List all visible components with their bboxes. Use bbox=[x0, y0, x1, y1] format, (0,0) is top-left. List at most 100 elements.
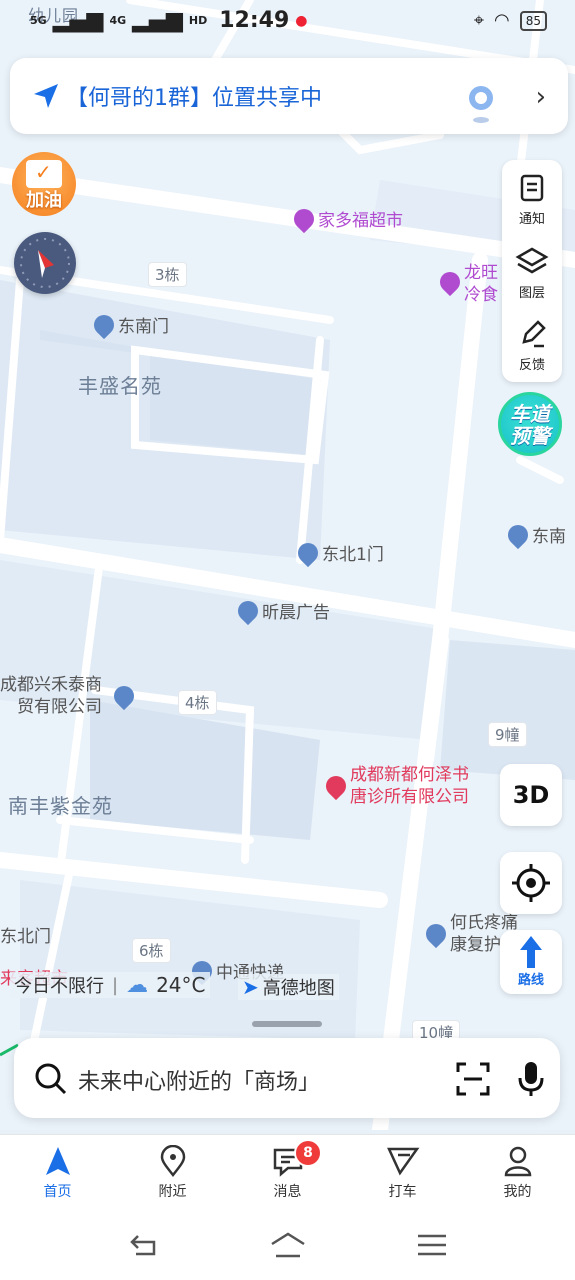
location-pin-icon bbox=[233, 596, 263, 625]
drag-handle[interactable] bbox=[252, 1021, 322, 1027]
poi-label: 东南 bbox=[532, 527, 566, 547]
taxi-icon bbox=[386, 1147, 419, 1176]
lane-warning-button[interactable]: 车道 预警 bbox=[498, 392, 562, 456]
location-pin-icon bbox=[421, 919, 451, 949]
chevron-right-icon[interactable]: › bbox=[536, 82, 546, 112]
tab-messages[interactable]: 消息 8 bbox=[230, 1135, 345, 1211]
area-label-fengsheng: 丰盛名苑 bbox=[78, 374, 162, 398]
status-bar: 5G ▂▄▆ 4G ▂▄▆ HD 12:49 ● ⌖ ◠ 85 bbox=[0, 0, 575, 44]
poi-label: 家多福超市 bbox=[318, 211, 403, 231]
building-label-4: 4栋 bbox=[178, 690, 217, 715]
feedback-button[interactable]: 反馈 bbox=[502, 310, 562, 382]
user-icon bbox=[504, 1146, 531, 1177]
weather-info[interactable]: 今日不限行 | ☁ 24°C bbox=[10, 972, 210, 998]
amap-logo-icon: ➤ bbox=[242, 975, 259, 999]
signal-4g: 4G bbox=[109, 14, 127, 27]
gate-pin-icon bbox=[503, 520, 533, 549]
tab-label: 首页 bbox=[43, 1184, 72, 1200]
app-notification-icon: ● bbox=[295, 12, 308, 29]
notification-doc-icon bbox=[520, 174, 544, 202]
search-icon bbox=[35, 1063, 67, 1095]
poi-dongbei1men[interactable]: 东北1门 bbox=[293, 538, 384, 567]
pencil-edit-icon bbox=[522, 320, 546, 348]
signal-5g: 5G bbox=[30, 14, 47, 27]
poi-label: 龙旺 bbox=[464, 263, 498, 283]
map-roads bbox=[0, 0, 575, 1130]
route-label: 路线 bbox=[517, 973, 544, 988]
divider: | bbox=[112, 974, 119, 996]
location-status-icon: ⌖ bbox=[473, 10, 484, 31]
lane-warning-line2: 预警 bbox=[510, 424, 550, 448]
navigation-arrow-icon bbox=[34, 84, 58, 108]
tab-label: 打车 bbox=[388, 1184, 417, 1200]
scan-icon[interactable] bbox=[456, 1062, 490, 1096]
system-navigation-bar bbox=[0, 1210, 575, 1280]
search-bar[interactable]: 未来中心附近的「商场」 bbox=[14, 1038, 560, 1118]
poi-label: 成都兴禾泰商 bbox=[0, 675, 102, 695]
shop-pin-icon bbox=[435, 267, 465, 297]
bottom-tab-bar: 首页 附近 消息 8 打车 我的 bbox=[0, 1134, 575, 1211]
poi-label: 东北1门 bbox=[322, 545, 384, 565]
fuel-button[interactable]: 加油 bbox=[12, 152, 76, 216]
building-label-9: 9幢 bbox=[488, 722, 527, 747]
poi-label: 唐诊所有限公司 bbox=[350, 787, 469, 807]
compass-button[interactable] bbox=[14, 232, 76, 294]
poi-xinghetai[interactable]: 成都兴禾泰商 贸有限公司 bbox=[0, 674, 139, 718]
amap-logo-text: 高德地图 bbox=[262, 978, 335, 999]
location-share-bar[interactable]: 【何哥的1群】位置共享中 › bbox=[10, 58, 568, 134]
poi-label: 东北门 bbox=[0, 927, 51, 947]
signal-bars-icon: ▂▄▆ bbox=[52, 8, 104, 33]
gate-pin-icon bbox=[293, 538, 323, 567]
poi-xichen[interactable]: 昕晨广告 bbox=[233, 596, 330, 625]
home-navigation-icon bbox=[45, 1147, 70, 1175]
location-pin-icon bbox=[160, 1145, 185, 1177]
notify-button[interactable]: 通知 bbox=[502, 164, 562, 236]
route-button[interactable]: 路线 bbox=[500, 930, 562, 994]
poi-label: 东南门 bbox=[118, 317, 169, 337]
location-pin-icon bbox=[109, 681, 139, 711]
tab-label: 我的 bbox=[503, 1184, 532, 1200]
unread-badge: 8 bbox=[294, 1139, 322, 1167]
tab-taxi[interactable]: 打车 bbox=[345, 1135, 460, 1211]
temperature-label: 24°C bbox=[156, 973, 206, 997]
fuel-label: 加油 bbox=[26, 190, 62, 211]
layers-button[interactable]: 图层 bbox=[502, 238, 562, 310]
poi-label: 昕晨广告 bbox=[262, 603, 330, 623]
poi-label: 冷食 bbox=[464, 285, 498, 305]
gate-pin-icon bbox=[89, 310, 119, 339]
poi-longwang[interactable]: 龙旺 冷食 bbox=[435, 262, 498, 306]
hd-badge: HD bbox=[188, 14, 208, 27]
map-canvas[interactable] bbox=[0, 0, 575, 1130]
compass-icon bbox=[20, 238, 70, 288]
poi-dongnan-right[interactable]: 东南 bbox=[503, 520, 566, 549]
route-arrow-icon bbox=[520, 936, 542, 968]
tab-label: 附近 bbox=[158, 1184, 187, 1200]
3d-toggle-button[interactable]: 3D bbox=[500, 764, 562, 826]
poi-label: 成都新都何泽书 bbox=[350, 765, 469, 785]
tab-profile[interactable]: 我的 bbox=[460, 1135, 575, 1211]
locate-me-button[interactable] bbox=[500, 852, 562, 914]
map-tools-panel: 通知 图层 反馈 bbox=[502, 160, 562, 382]
traffic-restriction-label: 今日不限行 bbox=[14, 976, 104, 997]
microphone-icon[interactable] bbox=[516, 1060, 546, 1098]
poi-jiaduofu[interactable]: 家多福超市 bbox=[289, 204, 403, 233]
poi-dongnanmen[interactable]: 东南门 bbox=[89, 310, 169, 339]
wifi-icon: ◠ bbox=[494, 10, 510, 31]
back-icon[interactable] bbox=[128, 1232, 160, 1258]
calendar-check-icon bbox=[26, 160, 62, 188]
feedback-label: 反馈 bbox=[518, 358, 545, 373]
poi-hezeshu-clinic[interactable]: 成都新都何泽书 唐诊所有限公司 bbox=[321, 764, 469, 808]
menu-icon[interactable] bbox=[418, 1234, 446, 1256]
medical-pin-icon bbox=[321, 771, 351, 801]
clock: 12:49 bbox=[219, 8, 290, 33]
layers-icon bbox=[515, 247, 549, 274]
building-label-3: 3栋 bbox=[148, 262, 187, 287]
poi-label: 贸有限公司 bbox=[17, 697, 102, 717]
cloud-icon: ☁ bbox=[126, 972, 149, 998]
home-icon[interactable] bbox=[270, 1232, 306, 1258]
poi-dongbeimen[interactable]: 东北门 bbox=[0, 922, 51, 947]
tab-home[interactable]: 首页 bbox=[0, 1135, 115, 1211]
search-placeholder: 未来中心附近的「商场」 bbox=[78, 1070, 321, 1095]
tab-nearby[interactable]: 附近 bbox=[115, 1135, 230, 1211]
layers-label: 图层 bbox=[518, 286, 545, 301]
